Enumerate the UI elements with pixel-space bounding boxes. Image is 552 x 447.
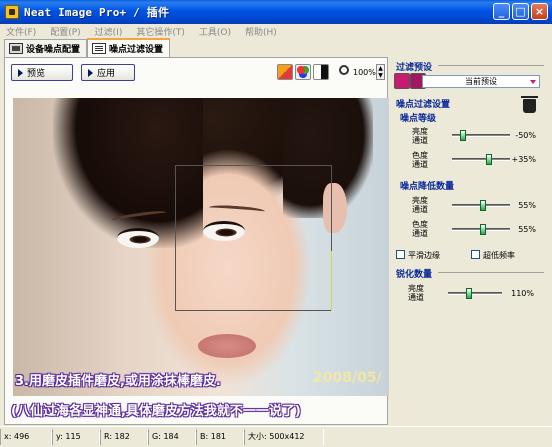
window-title: Neat Image Pro+ / 插件 bbox=[24, 6, 170, 19]
play-icon bbox=[18, 68, 23, 77]
layers-icon[interactable] bbox=[277, 64, 293, 80]
menu-file[interactable]: 文件(F) bbox=[6, 25, 36, 38]
sharpen-luma-label: 亮度通道 bbox=[408, 284, 424, 302]
noise-reduction-chroma-slider[interactable] bbox=[452, 224, 510, 235]
noise-reduction-title: 噪点降低数量 bbox=[400, 182, 455, 192]
noise-reduction-chroma-label: 色度通道 bbox=[412, 220, 428, 238]
preview-button[interactable]: 预览 bbox=[11, 64, 73, 81]
preview-image[interactable]: 3.用磨皮插件磨皮,或用涂抹棒磨皮. 2008/05/ bbox=[13, 98, 389, 396]
preview-pane: 预览 应用 100% ▲ ▼ 3.用磨皮插件磨皮,或用涂抹棒磨皮. 2008/05… bbox=[4, 57, 389, 425]
noise-level-chroma-value: +35% bbox=[511, 155, 536, 164]
noise-level-chroma-label: 色度通道 bbox=[412, 151, 428, 169]
smooth-edges-label: 平滑边缘 bbox=[408, 251, 440, 260]
sharpen-luma-slider[interactable] bbox=[448, 288, 502, 299]
ultra-low-frequency-label: 超低频率 bbox=[483, 251, 515, 260]
status-b: B: 181 bbox=[196, 429, 244, 445]
smooth-edges-checkbox[interactable] bbox=[396, 250, 405, 259]
title-bar: Neat Image Pro+ / 插件 _ □ × bbox=[0, 0, 552, 24]
maximize-button[interactable]: □ bbox=[512, 3, 529, 20]
zoom-value: 100% bbox=[353, 68, 376, 77]
settings-panel: 过滤预设 当前预设 噪点过滤设置 噪点等级 亮度通道 -50% 色度通道 +35… bbox=[392, 57, 548, 425]
menu-config[interactable]: 配置(P) bbox=[50, 25, 80, 38]
preset-select[interactable]: 当前预设 bbox=[422, 75, 540, 88]
menu-filter[interactable]: 过滤(I) bbox=[95, 25, 123, 38]
menu-other[interactable]: 其它操作(T) bbox=[136, 25, 185, 38]
color-channels-icon[interactable] bbox=[295, 64, 311, 80]
load-preset-button[interactable] bbox=[394, 73, 410, 89]
zoom-icon bbox=[339, 65, 349, 75]
camera-icon bbox=[9, 43, 23, 54]
tab-strip: 设备噪点配置 噪点过滤设置 bbox=[4, 38, 171, 57]
zoom-spinner[interactable]: ▲ ▼ bbox=[376, 64, 385, 80]
noise-level-luma-slider[interactable] bbox=[452, 130, 510, 141]
noise-reduction-luma-value: 55% bbox=[518, 201, 536, 210]
tab-device-noise-profile[interactable]: 设备噪点配置 bbox=[4, 39, 88, 57]
selection-box[interactable] bbox=[175, 165, 332, 311]
noise-level-title: 噪点等级 bbox=[400, 114, 437, 124]
menu-help[interactable]: 帮助(H) bbox=[245, 25, 277, 38]
filter-settings-title: 噪点过滤设置 bbox=[396, 100, 451, 110]
noise-level-luma-label: 亮度通道 bbox=[412, 127, 428, 145]
menu-bar: 文件(F) 配置(P) 过滤(I) 其它操作(T) 工具(O) 帮助(H) bbox=[0, 24, 552, 38]
status-bar: x: 496 y: 115 R: 182 G: 184 B: 181 大小: 5… bbox=[0, 426, 552, 447]
ultra-low-frequency-checkbox[interactable] bbox=[471, 250, 480, 259]
window-controls: _ □ × bbox=[493, 3, 548, 20]
noise-reduction-luma-label: 亮度通道 bbox=[412, 196, 428, 214]
slider-thumb[interactable] bbox=[480, 200, 486, 211]
status-r: R: 182 bbox=[100, 429, 148, 445]
status-y: y: 115 bbox=[52, 429, 100, 445]
tab-noise-filter-settings[interactable]: 噪点过滤设置 bbox=[87, 38, 171, 57]
noise-reduction-luma-slider[interactable] bbox=[452, 200, 510, 211]
eye bbox=[117, 228, 159, 248]
noise-level-chroma-slider[interactable] bbox=[452, 154, 510, 165]
sharpen-luma-value: 110% bbox=[511, 289, 534, 298]
status-x: x: 496 bbox=[0, 429, 52, 445]
preset-title: 过滤预设 bbox=[396, 63, 433, 73]
status-g: G: 184 bbox=[148, 429, 196, 445]
filter-icon bbox=[92, 43, 107, 54]
slider-thumb[interactable] bbox=[486, 154, 492, 165]
skip-forward-icon bbox=[88, 68, 93, 77]
noise-reduction-chroma-value: 55% bbox=[518, 225, 536, 234]
slider-thumb[interactable] bbox=[460, 130, 466, 141]
slider-thumb[interactable] bbox=[466, 288, 472, 299]
tab-label: 噪点过滤设置 bbox=[109, 45, 164, 55]
minimize-button[interactable]: _ bbox=[493, 3, 510, 20]
trash-icon[interactable] bbox=[521, 96, 538, 113]
app-icon bbox=[5, 5, 19, 19]
caption-line-2: (八仙过海各显神通,具体磨皮方法我就不一一说了) bbox=[11, 404, 301, 419]
contrast-icon[interactable] bbox=[313, 64, 329, 80]
slider-thumb[interactable] bbox=[480, 224, 486, 235]
noise-level-luma-value: -50% bbox=[515, 131, 536, 140]
status-size: 大小: 500x412 bbox=[244, 429, 324, 445]
apply-button[interactable]: 应用 bbox=[81, 64, 135, 81]
caption-date: 2008/05/ bbox=[313, 370, 382, 386]
menu-tools[interactable]: 工具(O) bbox=[199, 25, 231, 38]
close-button[interactable]: × bbox=[531, 3, 548, 20]
tab-label: 设备噪点配置 bbox=[26, 45, 81, 55]
sharpen-title: 锐化数量 bbox=[396, 270, 433, 280]
